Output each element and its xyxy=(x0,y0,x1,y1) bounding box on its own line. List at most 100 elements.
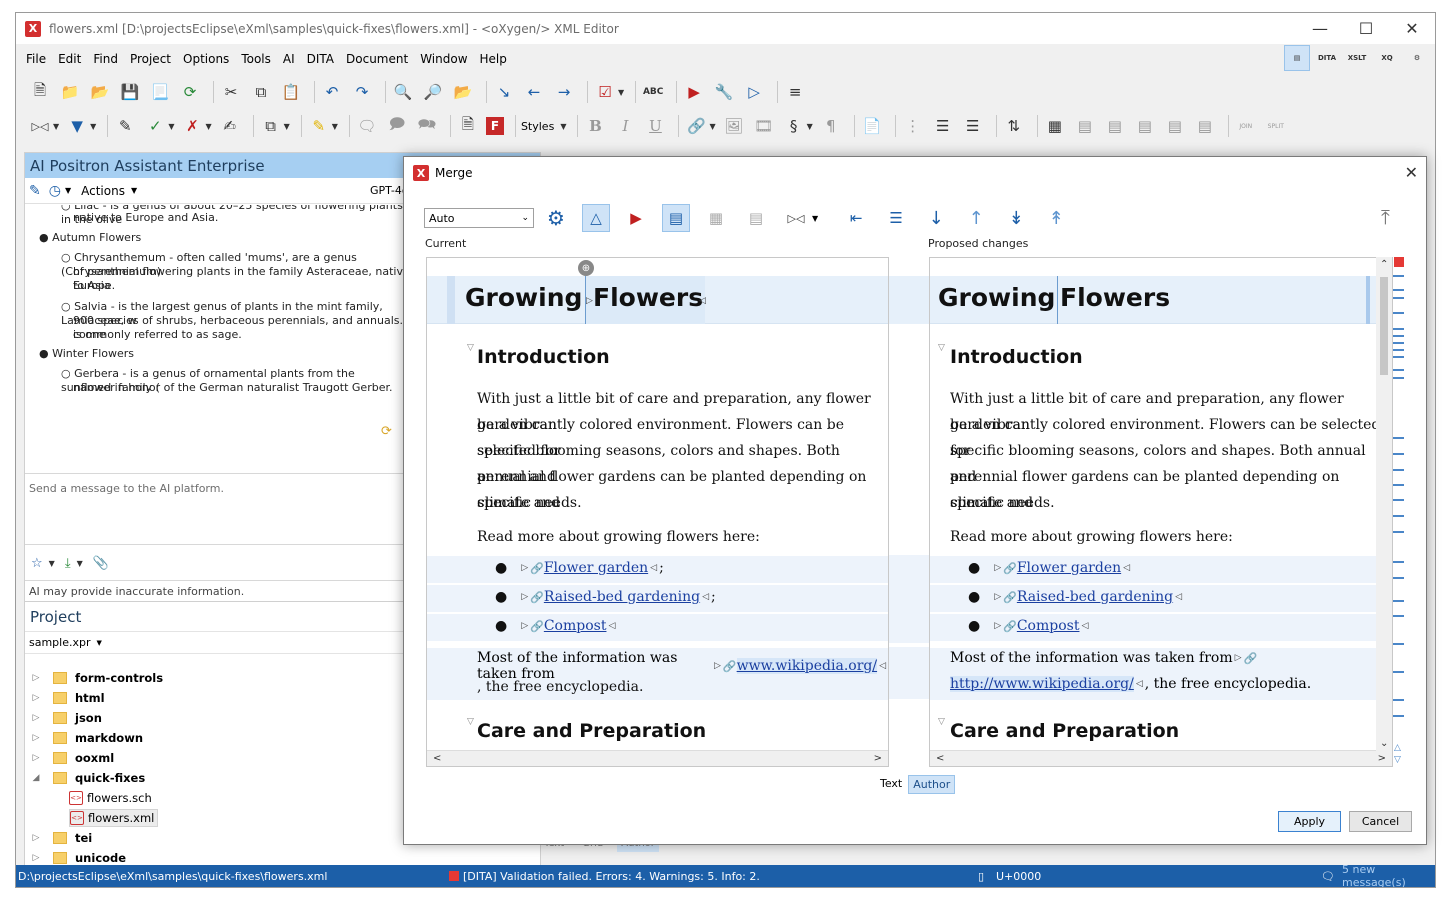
scroll-up-icon[interactable]: ⌃ xyxy=(1380,259,1388,270)
heading-care[interactable]: Care and Preparation xyxy=(950,720,1179,742)
info-paragraph[interactable]: Most of the information was taken from ▷ 🔗 xyxy=(950,650,1257,666)
list-definition-icon[interactable]: ⋮ xyxy=(901,114,925,138)
show-differences-icon[interactable]: ▦ xyxy=(702,204,730,232)
favorites-icon[interactable]: ☆ xyxy=(31,556,43,571)
open-url-icon[interactable]: 📂 xyxy=(88,80,112,104)
change-overview-marker[interactable] xyxy=(1393,699,1404,701)
tags-display-dropdown-icon[interactable]: ▼ xyxy=(53,122,59,131)
settings-gear-icon[interactable]: ⚙ xyxy=(542,204,570,232)
tree-item[interactable]: <> flowers.sch xyxy=(25,788,415,808)
project-dropdown-icon[interactable]: ▼ xyxy=(97,639,102,647)
previous-change-icon[interactable]: ↑ xyxy=(962,204,990,232)
configure-transformation-icon[interactable]: 🔧 xyxy=(712,80,736,104)
tree-item[interactable]: ▷ form-controls xyxy=(25,668,415,688)
right-vertical-scrollbar[interactable]: ⌃ ⌄ xyxy=(1376,257,1392,751)
paragraph-line[interactable]: specific needs. xyxy=(477,490,582,516)
heading-growing[interactable]: Growing xyxy=(938,283,1055,312)
merge-connector-icon[interactable]: ⊕ xyxy=(578,260,594,276)
highlight-icon[interactable]: ✎ xyxy=(307,114,331,138)
change-overview-marker[interactable] xyxy=(1393,453,1404,455)
change-overview-marker[interactable] xyxy=(1393,561,1404,563)
find-replace-icon[interactable]: 🔍 xyxy=(391,80,415,104)
scroll-right-icon[interactable]: > xyxy=(874,753,882,764)
expand-icon[interactable]: ▷ xyxy=(25,853,47,863)
undo-icon[interactable]: ↶ xyxy=(320,80,344,104)
editor-perspective-icon[interactable]: ▤ xyxy=(1284,45,1310,71)
messages-icon[interactable]: 🗨 xyxy=(1321,870,1335,883)
change-overview-marker[interactable] xyxy=(1393,275,1404,277)
comment-change-icon[interactable]: ✍ xyxy=(218,114,242,138)
tags-display-dropdown-icon[interactable]: ▼ xyxy=(812,214,818,223)
insert-media-icon[interactable]: 🎞 xyxy=(752,114,776,138)
validate-dropdown-icon[interactable]: ▼ xyxy=(618,88,624,97)
change-overview-marker[interactable] xyxy=(1393,615,1404,617)
menu-dita[interactable]: DITA xyxy=(301,52,340,66)
list-item[interactable]: ● ▷ 🔗 Compost ◁ xyxy=(968,618,1090,634)
tree-item[interactable]: ▷ json xyxy=(25,708,415,728)
delete-column-icon[interactable]: ▤ xyxy=(1163,114,1187,138)
insert-image-icon[interactable]: 🖼 xyxy=(722,114,746,138)
read-more-paragraph[interactable]: Read more about growing flowers here: xyxy=(477,524,760,550)
heading-flowers[interactable]: Flowers xyxy=(1060,283,1170,312)
link-raised-bed-gardening[interactable]: Raised-bed gardening xyxy=(544,589,700,605)
menu-ai[interactable]: AI xyxy=(277,52,301,66)
find-in-files-icon[interactable]: 🔎 xyxy=(421,80,445,104)
collapse-icon[interactable]: ◢ xyxy=(25,773,47,783)
actions-menu[interactable]: Actions xyxy=(81,184,125,198)
join-cells-icon[interactable]: JOIN xyxy=(1234,114,1258,138)
add-comment-icon[interactable]: 🗨 xyxy=(355,114,379,138)
validation-status[interactable]: [DITA] Validation failed. Errors: 4. War… xyxy=(463,870,760,883)
change-overview-marker[interactable] xyxy=(1393,349,1404,351)
xquery-debugger-icon[interactable]: XQ xyxy=(1374,45,1400,71)
apply-button[interactable]: Apply xyxy=(1278,811,1341,832)
database-perspective-icon[interactable]: ⚙ xyxy=(1404,45,1430,71)
paste-icon[interactable]: 📋 xyxy=(279,80,303,104)
heading-care[interactable]: Care and Preparation xyxy=(477,720,706,742)
tree-item[interactable]: ▷ tei xyxy=(25,828,415,848)
ai-message-input[interactable]: Send a message to the AI platform. xyxy=(25,473,415,545)
forward-icon[interactable]: → xyxy=(552,80,576,104)
link-compost[interactable]: Compost xyxy=(544,618,607,634)
tab-author[interactable]: Author xyxy=(908,775,956,794)
xslt-debugger-icon[interactable]: XSLT xyxy=(1344,45,1370,71)
redo-icon[interactable]: ↷ xyxy=(350,80,374,104)
list-item[interactable]: ● ▷ 🔗 Compost ◁ xyxy=(495,618,617,634)
menu-options[interactable]: Options xyxy=(177,52,235,66)
expand-icon[interactable]: ▷ xyxy=(25,753,47,763)
close-dialog-button[interactable]: ✕ xyxy=(1405,163,1418,182)
list-item[interactable]: ● ▷ 🔗 Raised-bed gardening ◁ xyxy=(968,589,1184,605)
apply-transformation-icon[interactable]: ▶ xyxy=(682,80,706,104)
insert-xref-icon[interactable]: 📄 xyxy=(860,114,884,138)
menu-window[interactable]: Window xyxy=(414,52,473,66)
copy-icon[interactable]: ⧉ xyxy=(249,80,273,104)
tree-item[interactable]: ◢ quick-fixes xyxy=(25,768,415,788)
attach-icon[interactable]: 📎 xyxy=(93,556,109,571)
close-button[interactable]: ✕ xyxy=(1389,13,1435,44)
delete-row-icon[interactable]: ▤ xyxy=(1133,114,1157,138)
debug-transformation-icon[interactable]: ▷ xyxy=(742,80,766,104)
menu-document[interactable]: Document xyxy=(340,52,414,66)
change-overview-marker[interactable] xyxy=(1393,600,1404,602)
change-overview-marker[interactable] xyxy=(1393,335,1404,337)
list-item[interactable]: ● ▷ 🔗 Raised-bed gardening ◁; xyxy=(495,589,716,605)
expand-icon[interactable]: ▷ xyxy=(25,693,47,703)
highlight-dropdown-icon[interactable]: ▼ xyxy=(332,122,338,131)
menu-help[interactable]: Help xyxy=(474,52,513,66)
link-flower-garden[interactable]: Flower garden xyxy=(544,560,648,576)
split-cell-icon[interactable]: SPLIT xyxy=(1264,114,1288,138)
sync-scroll-icon[interactable]: ▤ xyxy=(662,204,690,232)
styles-dropdown-icon[interactable]: ▼ xyxy=(560,122,566,131)
change-overview-marker[interactable] xyxy=(1393,297,1404,299)
tree-item[interactable]: ▷ ooxml xyxy=(25,748,415,768)
paragraph-line[interactable]: specific needs. xyxy=(950,490,1055,516)
tags-display-icon[interactable]: ▷◁ xyxy=(28,114,52,138)
info-paragraph-line2[interactable]: http://www.wikipedia.org/◁, the free enc… xyxy=(950,676,1311,692)
menu-find[interactable]: Find xyxy=(87,52,124,66)
change-overview-marker[interactable] xyxy=(1393,515,1404,517)
filter-dropdown-icon[interactable]: ▼ xyxy=(90,122,96,131)
find-in-folder-icon[interactable]: 📂 xyxy=(451,80,475,104)
history-dropdown-icon[interactable]: ▼ xyxy=(65,186,71,195)
messages-count[interactable]: 5 new message(s) xyxy=(1342,863,1435,887)
auto-scroll-icon[interactable]: ▶ xyxy=(622,204,650,232)
menu-edit[interactable]: Edit xyxy=(52,52,87,66)
